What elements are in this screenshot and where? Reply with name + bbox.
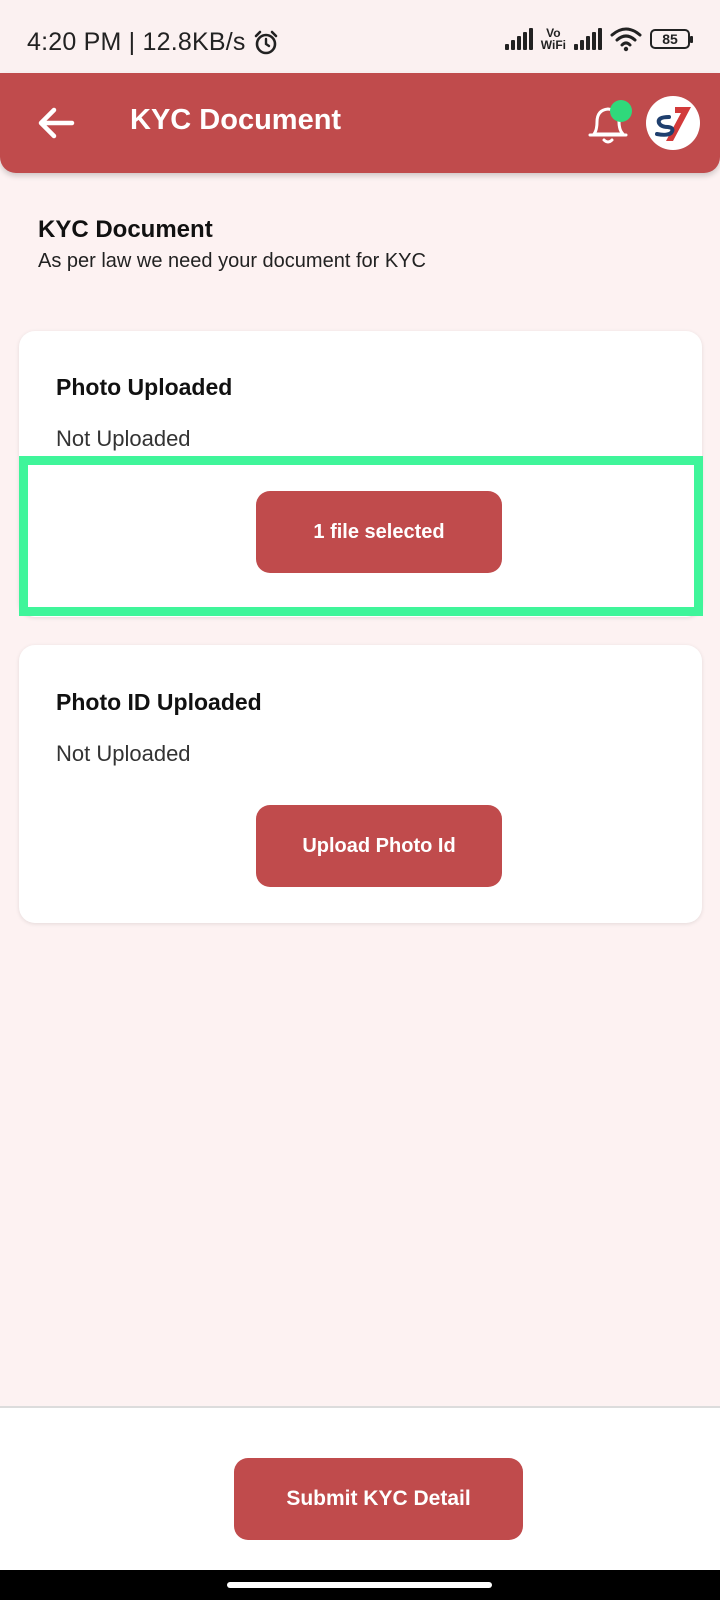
notification-button[interactable]	[584, 98, 632, 148]
vowifi-bottom: WiFi	[540, 38, 566, 52]
photo-id-card-title: Photo ID Uploaded	[56, 689, 262, 715]
avatar[interactable]	[646, 96, 700, 150]
brand-logo-icon	[655, 107, 691, 141]
select-photo-button[interactable]: 1 file selected	[256, 491, 502, 573]
signal-icon-2	[574, 28, 602, 50]
photo-id-card-status: Not Uploaded	[56, 741, 191, 766]
signal-icon	[504, 28, 533, 50]
system-nav-bar	[0, 1570, 720, 1600]
status-right: Vo WiFi 85	[504, 26, 693, 52]
home-indicator[interactable]	[227, 1582, 492, 1588]
notification-dot	[610, 100, 632, 122]
app-bar: KYC Document	[0, 73, 720, 173]
upload-photo-id-button[interactable]: Upload Photo Id	[256, 805, 502, 887]
section-title: KYC Document	[38, 216, 213, 243]
page-title: KYC Document	[130, 104, 342, 136]
photo-id-upload-card: Photo ID Uploaded Not Uploaded Upload Ph…	[19, 645, 702, 923]
photo-upload-card: Photo Uploaded Not Uploaded 1 file selec…	[19, 331, 702, 617]
status-left: 4:20 PM | 12.8KB/s	[27, 28, 280, 57]
back-arrow-icon[interactable]	[36, 103, 76, 143]
alarm-icon	[254, 30, 277, 54]
bottom-bar: Submit KYC Detail	[0, 1406, 720, 1572]
photo-card-status: Not Uploaded	[56, 426, 191, 451]
wifi-icon	[610, 27, 642, 52]
battery-icon: 85	[650, 29, 693, 49]
photo-card-title: Photo Uploaded	[56, 374, 233, 400]
vowifi-icon: Vo WiFi	[541, 27, 566, 51]
battery-level: 85	[662, 31, 678, 47]
submit-kyc-button[interactable]: Submit KYC Detail	[234, 1458, 523, 1540]
card-divider	[29, 610, 692, 612]
section-subtitle: As per law we need your document for KYC	[38, 250, 426, 272]
status-time-speed: 4:20 PM | 12.8KB/s	[27, 28, 246, 56]
status-bar: 4:20 PM | 12.8KB/s Vo WiFi 85	[0, 0, 720, 72]
